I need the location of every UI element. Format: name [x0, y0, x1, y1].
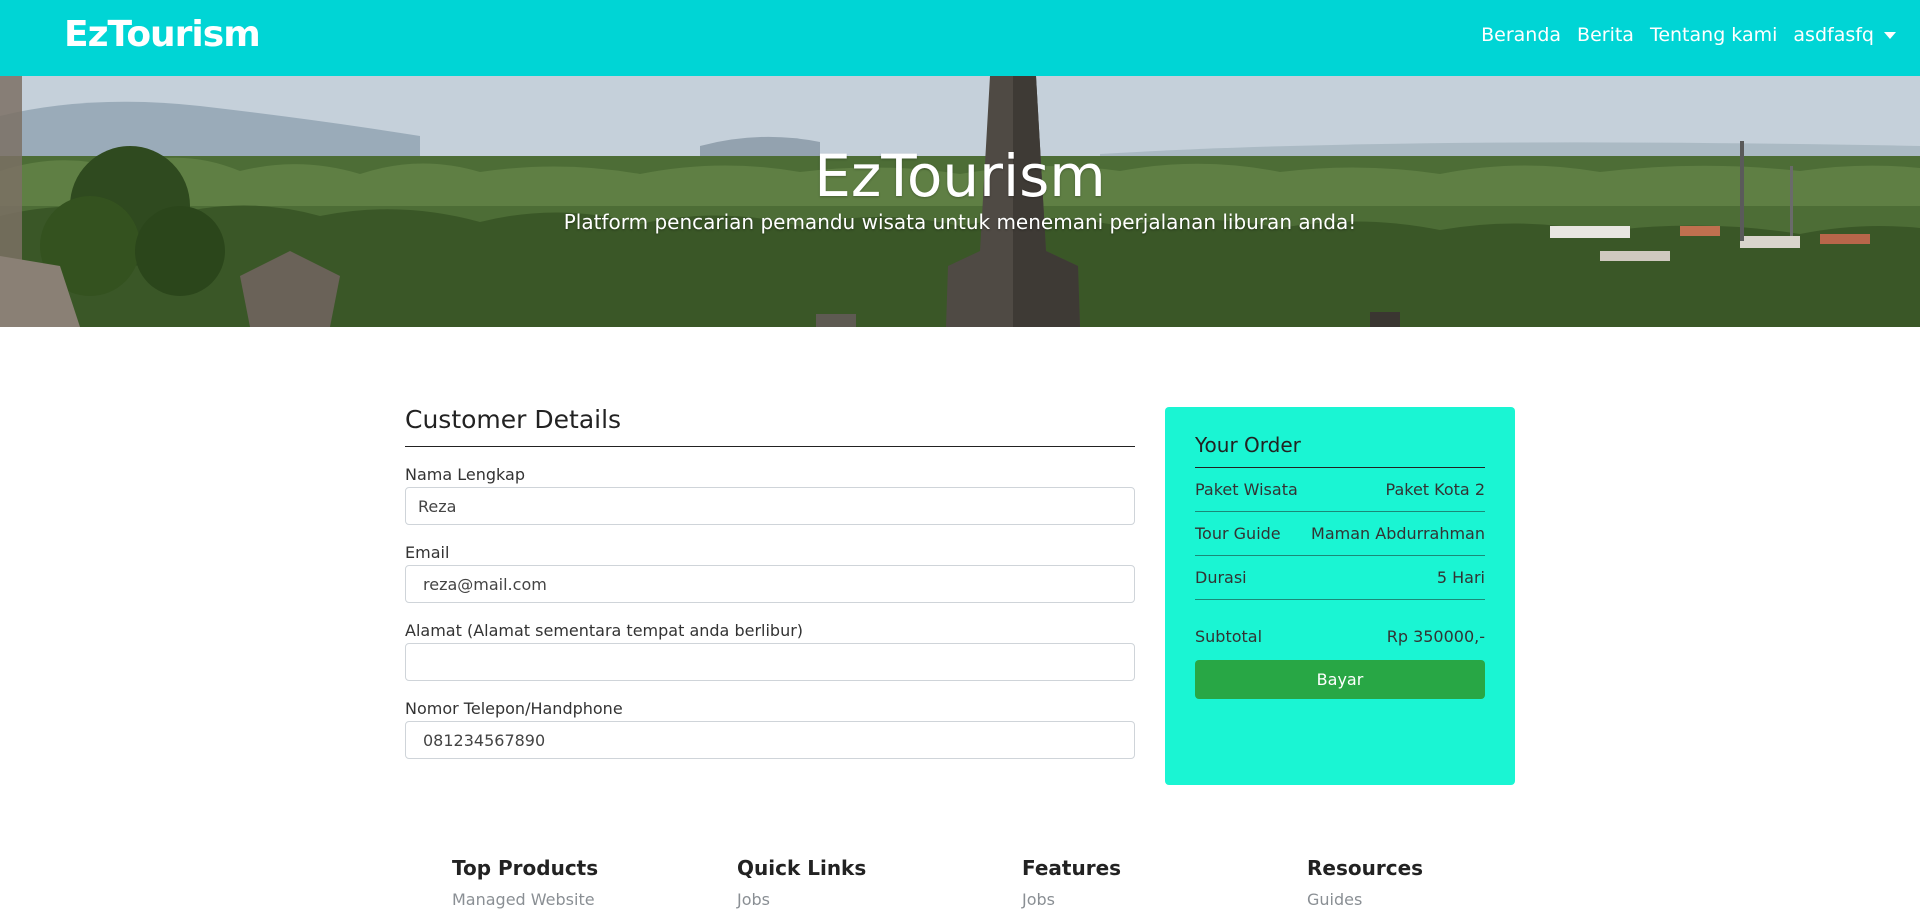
field-nama-lengkap: Nama Lengkap	[405, 465, 1135, 525]
order-summary-card: Your Order Paket Wisata Paket Kota 2 Tou…	[1165, 407, 1515, 785]
order-row-durasi: Durasi 5 Hari	[1195, 556, 1485, 600]
order-row-subtotal: Subtotal Rp 350000,-	[1195, 616, 1485, 656]
customer-details-title: Customer Details	[405, 405, 1135, 447]
order-row-value: Paket Kota 2	[1385, 480, 1485, 499]
hero-title: EzTourism	[814, 142, 1106, 210]
nav-links: Beranda Berita Tentang kami asdfasfq	[1481, 24, 1896, 46]
order-row-label: Tour Guide	[1195, 524, 1281, 543]
nama-lengkap-label: Nama Lengkap	[405, 465, 525, 484]
footer-column-quick-links: Quick Links Jobs	[737, 856, 977, 909]
order-title: Your Order	[1195, 433, 1485, 468]
hero-subtitle: Platform pencarian pemandu wisata untuk …	[563, 210, 1357, 234]
order-row-label: Durasi	[1195, 568, 1247, 587]
footer-heading: Quick Links	[737, 856, 867, 880]
order-row-value: Maman Abdurrahman	[1311, 524, 1485, 543]
pay-button[interactable]: Bayar	[1195, 660, 1485, 699]
alamat-input[interactable]	[405, 643, 1135, 681]
user-menu-label: asdfasfq	[1793, 24, 1874, 46]
telepon-label: Nomor Telepon/Handphone	[405, 699, 623, 718]
footer-link[interactable]: Managed Website	[452, 890, 692, 909]
nav-link-beranda[interactable]: Beranda	[1481, 24, 1561, 46]
email-input[interactable]	[405, 565, 1135, 603]
footer-column-resources: Resources Guides	[1307, 856, 1547, 909]
customer-details-form: Customer Details Nama Lengkap Email Alam…	[405, 405, 1135, 759]
email-label: Email	[405, 543, 450, 562]
footer-column-top-products: Top Products Managed Website	[452, 856, 692, 909]
field-telepon: Nomor Telepon/Handphone	[405, 699, 1135, 759]
footer-link[interactable]: Jobs	[737, 890, 977, 909]
subtotal-label: Subtotal	[1195, 626, 1263, 646]
field-alamat: Alamat (Alamat sementara tempat anda ber…	[405, 621, 1135, 681]
alamat-label: Alamat (Alamat sementara tempat anda ber…	[405, 621, 804, 640]
brand-logo[interactable]: EzTourism	[64, 14, 261, 55]
order-row-tour-guide: Tour Guide Maman Abdurrahman	[1195, 512, 1485, 556]
footer-heading: Features	[1022, 856, 1122, 880]
nama-lengkap-input[interactable]	[405, 487, 1135, 525]
footer-heading: Top Products	[452, 856, 599, 880]
telepon-input[interactable]	[405, 721, 1135, 759]
footer-link[interactable]: Guides	[1307, 890, 1547, 909]
user-menu-dropdown[interactable]: asdfasfq	[1793, 24, 1896, 46]
order-row-paket-wisata: Paket Wisata Paket Kota 2	[1195, 468, 1485, 512]
nav-link-tentang-kami[interactable]: Tentang kami	[1650, 24, 1777, 46]
subtotal-value: Rp 350000,-	[1386, 626, 1485, 646]
navbar: EzTourism Beranda Berita Tentang kami as…	[0, 0, 1920, 76]
nav-link-berita[interactable]: Berita	[1577, 24, 1634, 46]
footer-heading: Resources	[1307, 856, 1424, 880]
caret-down-icon	[1884, 32, 1896, 39]
footer-column-features: Features Jobs	[1022, 856, 1262, 909]
order-row-value: 5 Hari	[1436, 568, 1485, 587]
footer-link[interactable]: Jobs	[1022, 890, 1262, 909]
field-email: Email	[405, 543, 1135, 603]
order-row-label: Paket Wisata	[1195, 480, 1298, 499]
hero-banner: EzTourism Platform pencarian pemandu wis…	[0, 76, 1920, 327]
